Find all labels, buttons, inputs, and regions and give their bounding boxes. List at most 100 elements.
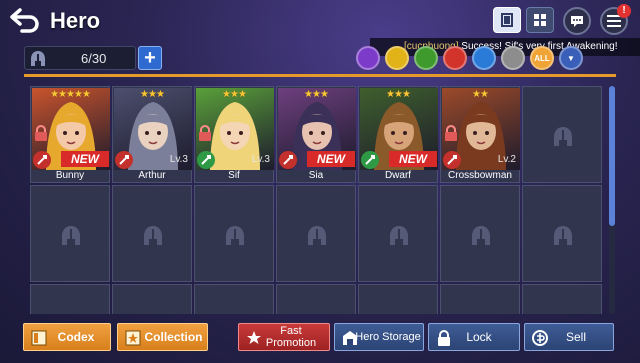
collection-icon bbox=[125, 330, 141, 346]
filter-neutral-element-icon[interactable] bbox=[501, 46, 525, 70]
back-arrow-icon[interactable] bbox=[8, 6, 42, 34]
top-bar: Hero ! bbox=[0, 0, 640, 42]
hero-name: Crossbowman bbox=[448, 170, 512, 181]
fast-promotion-label-1: Fast bbox=[280, 325, 302, 337]
empty-hero-slot[interactable] bbox=[440, 284, 520, 314]
scrollbar[interactable] bbox=[609, 86, 615, 314]
class-icon bbox=[197, 151, 215, 169]
page-title: Hero bbox=[50, 8, 101, 33]
helmet-icon bbox=[305, 224, 329, 248]
helmet-icon bbox=[29, 50, 47, 68]
chat-icon[interactable] bbox=[563, 7, 591, 35]
empty-hero-slot[interactable] bbox=[358, 284, 438, 314]
class-icon bbox=[33, 151, 51, 169]
new-badge: NEW bbox=[389, 151, 437, 167]
sell-label: Sell bbox=[565, 330, 586, 344]
star-rating: ★★ bbox=[472, 89, 489, 100]
collection-button[interactable]: Collection bbox=[117, 323, 208, 351]
filter-earth-element-icon[interactable] bbox=[414, 46, 438, 70]
scroll-thumb[interactable] bbox=[609, 86, 615, 226]
alert-badge: ! bbox=[617, 4, 631, 18]
card-view-icon[interactable] bbox=[493, 7, 521, 33]
filter-dropdown-icon[interactable]: ▼ bbox=[559, 46, 583, 70]
empty-hero-slot[interactable] bbox=[276, 185, 356, 282]
lock-button[interactable]: Lock bbox=[428, 323, 520, 351]
element-filters: ALL ▼ bbox=[356, 46, 583, 70]
hero-level: Lv.3 bbox=[169, 154, 188, 165]
hero-name: Dwarf bbox=[384, 170, 412, 181]
hero-card-sif[interactable]: ★★★ Lv.3 Sif bbox=[194, 86, 274, 183]
hero-name: Sif bbox=[228, 170, 240, 181]
star-rating: ★★★ bbox=[304, 89, 329, 100]
hero-storage-button[interactable]: Hero Storage bbox=[334, 323, 424, 351]
hero-grid: ★★★★★ NEW Bunny ★★★ Lv.3 Arthur ★★★ Lv.3 Sif ★★★ N… bbox=[30, 86, 606, 314]
helmet-icon bbox=[223, 224, 247, 248]
sell-button[interactable]: Sell bbox=[524, 323, 614, 351]
filter-water-element-icon[interactable] bbox=[472, 46, 496, 70]
new-badge: NEW bbox=[61, 151, 109, 167]
class-icon bbox=[115, 151, 133, 169]
filter-dark-element-icon[interactable] bbox=[356, 46, 380, 70]
hero-card-dwarf[interactable]: ★★★ NEW Dwarf bbox=[358, 86, 438, 183]
filter-fire-element-icon[interactable] bbox=[443, 46, 467, 70]
hero-count: 6/30 bbox=[81, 51, 107, 66]
hero-level: Lv.2 bbox=[497, 154, 516, 165]
grid-view-icon[interactable] bbox=[526, 7, 554, 33]
empty-hero-slot[interactable] bbox=[522, 284, 602, 314]
empty-hero-slot[interactable] bbox=[276, 284, 356, 314]
menu-icon[interactable]: ! bbox=[600, 4, 631, 35]
empty-hero-slot[interactable] bbox=[30, 185, 110, 282]
filter-all-element-icon[interactable]: ALL bbox=[530, 46, 554, 70]
empty-hero-slot[interactable] bbox=[440, 185, 520, 282]
empty-hero-slot[interactable] bbox=[522, 86, 602, 183]
helmet-icon bbox=[387, 224, 411, 248]
star-rating: ★★★ bbox=[140, 89, 165, 100]
hero-level: Lv.3 bbox=[251, 154, 270, 165]
hero-capacity: 6/30 bbox=[24, 46, 136, 70]
storage-icon bbox=[343, 331, 357, 345]
star-rating: ★★★ bbox=[222, 89, 247, 100]
hero-card-bunny[interactable]: ★★★★★ NEW Bunny bbox=[30, 86, 110, 183]
promotion-star-icon bbox=[247, 331, 261, 344]
new-badge: NEW bbox=[307, 151, 355, 167]
codex-button[interactable]: Codex bbox=[23, 323, 111, 351]
lock-icon bbox=[444, 125, 458, 141]
helmet-icon bbox=[59, 224, 83, 248]
empty-hero-slot[interactable] bbox=[194, 284, 274, 314]
divider bbox=[24, 74, 616, 77]
lock-icon bbox=[438, 330, 450, 346]
class-icon bbox=[279, 151, 297, 169]
hero-name: Sia bbox=[308, 170, 324, 181]
lock-icon bbox=[34, 125, 48, 141]
hero-card-sia[interactable]: ★★★ NEW Sia bbox=[276, 86, 356, 183]
codex-label: Codex bbox=[57, 330, 95, 344]
helmet-icon bbox=[551, 125, 575, 149]
hero-card-arthur[interactable]: ★★★ Lv.3 Arthur bbox=[112, 86, 192, 183]
lock-icon bbox=[198, 125, 212, 141]
helmet-icon bbox=[469, 224, 493, 248]
fast-promotion-label-2: Promotion bbox=[265, 337, 317, 349]
hero-name: Bunny bbox=[55, 170, 85, 181]
hero-storage-label: Hero Storage bbox=[355, 331, 421, 343]
lock-label: Lock bbox=[466, 330, 492, 344]
sell-icon bbox=[532, 330, 548, 346]
star-rating: ★★★ bbox=[386, 89, 411, 100]
fast-promotion-button[interactable]: Fast Promotion bbox=[238, 323, 330, 351]
empty-hero-slot[interactable] bbox=[112, 185, 192, 282]
star-rating: ★★★★★ bbox=[50, 89, 91, 100]
hero-name: Arthur bbox=[138, 170, 166, 181]
helmet-icon bbox=[141, 224, 165, 248]
hero-card-crossbowman[interactable]: ★★ Lv.2 Crossbowman bbox=[440, 86, 520, 183]
empty-hero-slot[interactable] bbox=[522, 185, 602, 282]
book-icon bbox=[31, 330, 47, 346]
empty-hero-slot[interactable] bbox=[358, 185, 438, 282]
empty-hero-slot[interactable] bbox=[112, 284, 192, 314]
class-icon bbox=[361, 151, 379, 169]
collection-label: Collection bbox=[144, 330, 203, 344]
empty-hero-slot[interactable] bbox=[194, 185, 274, 282]
filter-light-element-icon[interactable] bbox=[385, 46, 409, 70]
class-icon bbox=[443, 151, 461, 169]
expand-capacity-button[interactable]: + bbox=[138, 46, 162, 70]
empty-hero-slot[interactable] bbox=[30, 284, 110, 314]
helmet-icon bbox=[551, 224, 575, 248]
